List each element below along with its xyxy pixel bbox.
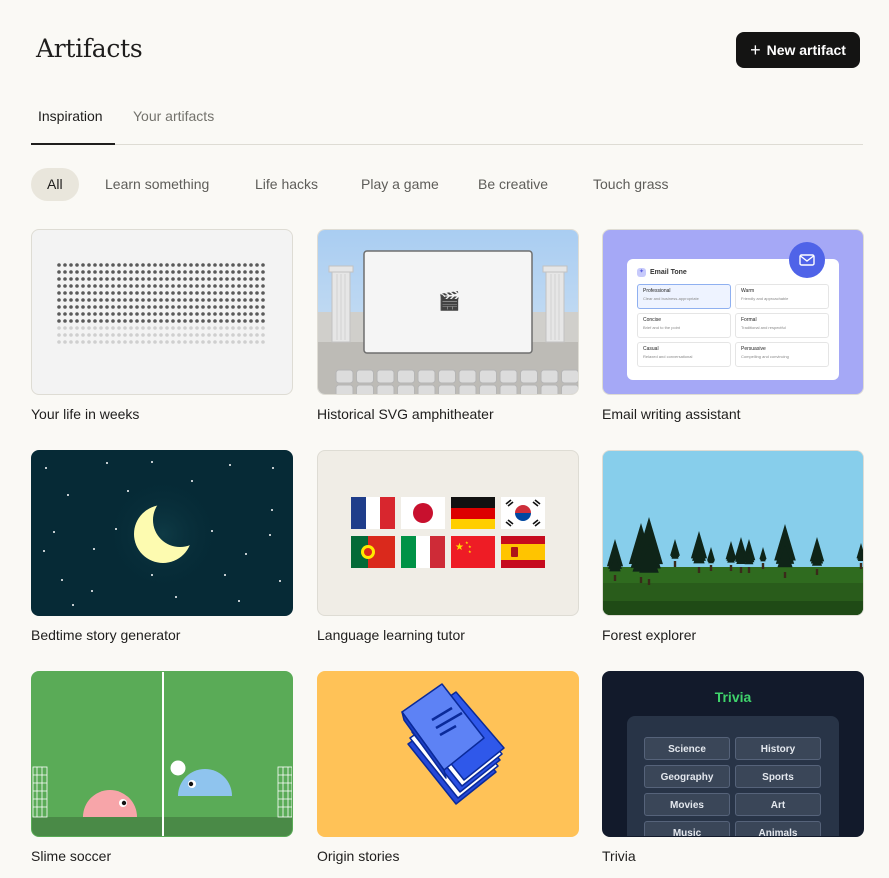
- page-title: Artifacts: [36, 34, 143, 63]
- mail-icon: [789, 242, 825, 278]
- svg-text:★: ★: [455, 542, 464, 553]
- flag-japan-icon: [401, 497, 445, 529]
- flag-germany-icon: [451, 497, 495, 529]
- thumbnail-dot-grid: [31, 229, 293, 395]
- sparkle-icon: ✦: [637, 268, 646, 277]
- tone-option-professional: Professional Clear and business-appropria…: [637, 284, 731, 309]
- card-title: Slime soccer: [31, 848, 112, 864]
- trivia-category-animals: Animals: [735, 821, 821, 836]
- soccer-ball: [170, 760, 186, 776]
- thumbnail-forest: [602, 450, 864, 616]
- trivia-category-history: History: [735, 737, 821, 760]
- trivia-category-music: Music: [644, 821, 730, 836]
- flag-korea-icon: [501, 497, 545, 529]
- clapperboard-icon: 🎬: [438, 291, 461, 311]
- card-title: Bedtime story generator: [31, 627, 181, 643]
- tone-option-concise: Concise Brief and to the point: [637, 313, 731, 338]
- card-title: Email writing assistant: [602, 406, 741, 422]
- thumbnail-trivia: Trivia Science History Geography Sports …: [602, 671, 864, 837]
- filter-be-creative[interactable]: Be creative: [478, 168, 548, 201]
- card-email-writing-assistant[interactable]: ✦ Email Tone Professional Clear and busin…: [602, 229, 864, 422]
- tab-inspiration[interactable]: Inspiration: [38, 108, 103, 124]
- card-bedtime-story-generator[interactable]: Bedtime story generator: [31, 450, 293, 643]
- tab-bar: Inspiration Your artifacts: [31, 100, 863, 145]
- flag-china-icon: ★ ★★★: [451, 536, 495, 568]
- trivia-category-science: Science: [644, 737, 730, 760]
- filter-life-hacks[interactable]: Life hacks: [255, 168, 318, 201]
- card-title: Origin stories: [317, 848, 400, 864]
- trivia-category-panel: Science History Geography Sports Movies …: [627, 716, 839, 836]
- card-trivia[interactable]: Trivia Science History Geography Sports …: [602, 671, 864, 864]
- svg-text:★: ★: [468, 549, 472, 554]
- card-slime-soccer[interactable]: Slime soccer: [31, 671, 293, 864]
- email-tone-heading: Email Tone: [650, 269, 687, 276]
- filter-touch-grass[interactable]: Touch grass: [593, 168, 668, 201]
- active-tab-underline: [31, 143, 115, 145]
- thumbnail-amphitheater: 🎬: [317, 229, 579, 395]
- card-historical-svg-amphitheater[interactable]: 🎬 Historical SVG amphitheater: [317, 229, 579, 422]
- new-artifact-label: New artifact: [766, 42, 846, 58]
- thumbnail-slime-soccer: [31, 671, 293, 837]
- flag-france-icon: [351, 497, 395, 529]
- plus-icon: +: [750, 40, 761, 60]
- trivia-heading: Trivia: [714, 689, 752, 705]
- thumbnail-flags: ★ ★ ★ ★: [317, 450, 579, 616]
- tone-option-casual: Casual Relaxed and conversational: [637, 342, 731, 367]
- card-forest-explorer[interactable]: Forest explorer: [602, 450, 864, 643]
- card-origin-stories[interactable]: Origin stories: [317, 671, 579, 864]
- filter-play-a-game[interactable]: Play a game: [361, 168, 439, 201]
- tab-your-artifacts[interactable]: Your artifacts: [133, 108, 214, 124]
- tone-option-formal: Formal Traditional and respectful: [735, 313, 829, 338]
- card-title: Historical SVG amphitheater: [317, 406, 494, 422]
- trivia-category-geography: Geography: [644, 765, 730, 788]
- card-your-life-in-weeks[interactable]: Your life in weeks: [31, 229, 293, 422]
- trivia-category-movies: Movies: [644, 793, 730, 816]
- card-language-learning-tutor[interactable]: ★ ★ ★ ★ Language learning tutor: [317, 450, 579, 643]
- flag-portugal-icon: [351, 536, 395, 568]
- card-title: Forest explorer: [602, 627, 697, 643]
- trivia-category-art: Art: [735, 793, 821, 816]
- thumbnail-book: [317, 671, 579, 837]
- tone-option-warm: Warm Friendly and approachable: [735, 284, 829, 309]
- filter-all[interactable]: All: [31, 168, 79, 201]
- filter-learn-something[interactable]: Learn something: [105, 168, 209, 201]
- moon-icon: [134, 505, 192, 563]
- thumbnail-email-tone: ✦ Email Tone Professional Clear and busin…: [602, 229, 864, 395]
- trivia-category-sports: Sports: [735, 765, 821, 788]
- flag-spain-icon: [501, 536, 545, 568]
- thumbnail-night-sky: [31, 450, 293, 616]
- card-title: Language learning tutor: [317, 627, 465, 643]
- card-title: Your life in weeks: [31, 406, 140, 422]
- tone-option-persuasive: Persuasive Compelling and convincing: [735, 342, 829, 367]
- flag-italy-icon: [401, 536, 445, 568]
- book-icon: [401, 683, 505, 805]
- card-title: Trivia: [602, 848, 636, 864]
- new-artifact-button[interactable]: + New artifact: [736, 32, 860, 68]
